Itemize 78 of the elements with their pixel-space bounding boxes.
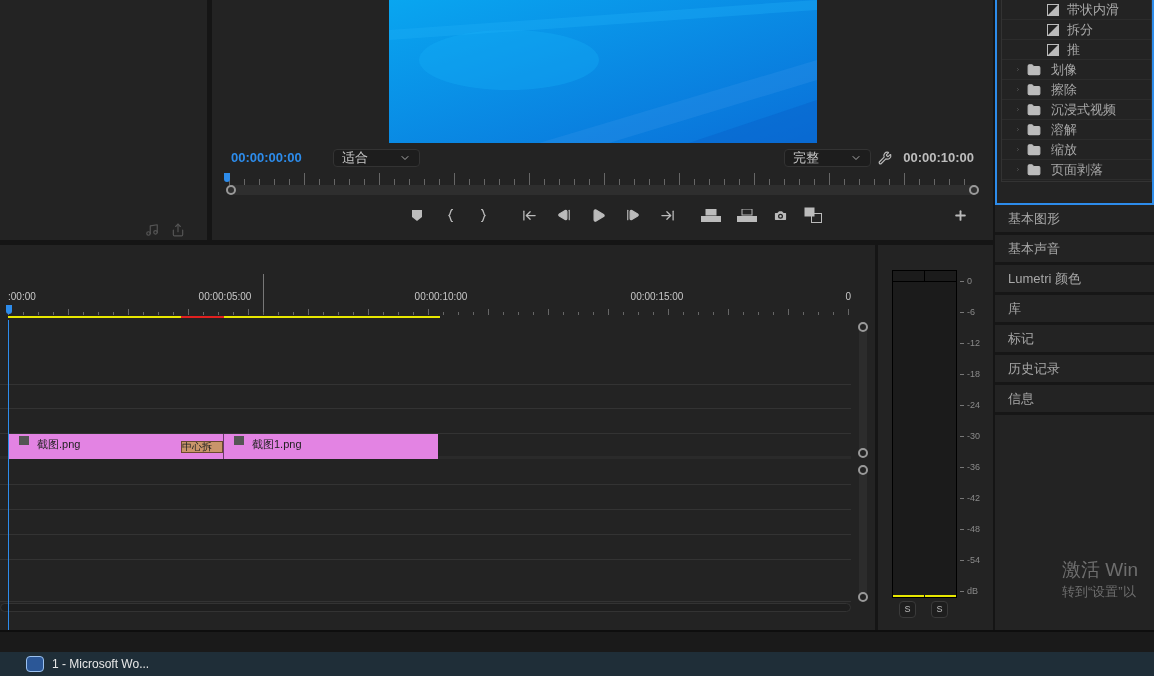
video-clip[interactable]: 截图1.png [223, 434, 438, 459]
panel-tab[interactable]: 信息 [995, 385, 1154, 415]
out-handle-icon[interactable] [969, 185, 979, 195]
panel-tab[interactable]: 库 [995, 295, 1154, 325]
extract-icon[interactable] [737, 208, 757, 222]
ruler-timecode: 00:00:15:00 [630, 290, 684, 304]
quality-dropdown[interactable]: 完整 [784, 149, 872, 167]
fx-icon [234, 436, 244, 445]
tree-item[interactable]: 划像 [1002, 60, 1151, 80]
marker-icon[interactable] [412, 209, 422, 221]
meter-scale-label: 0 [960, 276, 980, 286]
ruler-timecode: 00:00:10:00 [414, 290, 468, 304]
folder-icon [1027, 102, 1041, 117]
tree-item[interactable]: 带状内滑 [1002, 0, 1151, 20]
fx-icon [19, 436, 29, 445]
settings-icon[interactable] [878, 151, 893, 165]
playhead-marker[interactable] [224, 173, 230, 182]
panel-tab[interactable]: Lumetri 颜色 [995, 265, 1154, 295]
duration-timecode: 00:00:10:00 [903, 149, 974, 168]
lift-icon[interactable] [701, 208, 721, 222]
meter-scale-label: -6 [960, 307, 980, 317]
panel-tab[interactable]: 标记 [995, 325, 1154, 355]
transition-icon [1047, 3, 1059, 16]
solo-button[interactable]: S [931, 601, 948, 618]
meter-scale-label: -36 [960, 462, 980, 472]
panel-tab[interactable]: 基本声音 [995, 235, 1154, 265]
clip-name: 截图.png [37, 437, 81, 452]
panel-tab[interactable]: 历史记录 [995, 355, 1154, 385]
meter-scale-label: -48 [960, 524, 980, 534]
tree-item[interactable]: 溶解 [1002, 120, 1151, 140]
solo-button[interactable]: S [899, 601, 916, 618]
meter-scale-label: -42 [960, 493, 980, 503]
add-button-icon[interactable] [953, 207, 968, 223]
meter-scale-label: -18 [960, 369, 980, 379]
folder-icon [1027, 122, 1041, 137]
meter-scale-label: -30 [960, 431, 980, 441]
step-back-icon[interactable] [557, 208, 571, 222]
meter-scale-label: -54 [960, 555, 980, 565]
mark-out-icon[interactable] [480, 208, 486, 222]
folder-icon [1027, 82, 1041, 97]
scroll-handle-icon[interactable] [858, 322, 868, 332]
scrubber-track[interactable] [226, 185, 979, 195]
taskbar-item[interactable]: 1 - Microsoft Wo... [52, 655, 150, 673]
vertical-scrollbar[interactable] [859, 465, 867, 602]
panel-tab[interactable]: 基本图形 [995, 205, 1154, 235]
tree-item[interactable]: 拆分 [1002, 20, 1151, 40]
compare-icon[interactable] [804, 207, 822, 223]
clip-name: 截图1.png [252, 437, 302, 452]
tree-item[interactable]: 沉浸式视频 [1002, 100, 1151, 120]
tree-item[interactable]: 页面剥落 [1002, 160, 1151, 180]
ruler-timecode: :00:00 [8, 290, 36, 304]
zoom-dropdown[interactable]: 适合 [333, 149, 420, 167]
playhead-marker[interactable] [6, 305, 12, 314]
meter-scale-label: dB [960, 586, 980, 596]
horizontal-scrollbar[interactable] [0, 603, 851, 612]
activation-title: 激活 Win [1062, 557, 1139, 582]
vertical-scrollbar[interactable] [859, 322, 867, 458]
mark-in-icon[interactable] [448, 208, 454, 222]
meter-scale-label: -24 [960, 400, 980, 410]
play-icon[interactable] [591, 207, 606, 223]
ruler-timecode: 00:00:05:00 [198, 290, 252, 304]
step-forward-icon[interactable] [626, 208, 640, 222]
in-handle-icon[interactable] [226, 185, 236, 195]
transition-icon [1047, 43, 1059, 56]
activation-subtitle: 转到“设置”以 [1062, 582, 1137, 601]
folder-icon [1027, 142, 1041, 157]
tree-item[interactable]: 擦除 [1002, 80, 1151, 100]
folder-icon [1027, 162, 1041, 177]
word-app-icon[interactable] [26, 656, 44, 672]
transition-label[interactable]: 中心拆 [181, 441, 223, 453]
tree-item[interactable]: 缩放 [1002, 140, 1151, 160]
folder-icon [1027, 62, 1041, 77]
ruler-timecode: 0 [845, 290, 851, 304]
meter-scale-label: -12 [960, 338, 980, 348]
current-timecode[interactable]: 00:00:00:00 [231, 148, 333, 168]
transition-icon [1047, 23, 1059, 36]
tree-item[interactable]: 推 [1002, 40, 1151, 60]
scroll-handle-icon[interactable] [858, 592, 868, 602]
